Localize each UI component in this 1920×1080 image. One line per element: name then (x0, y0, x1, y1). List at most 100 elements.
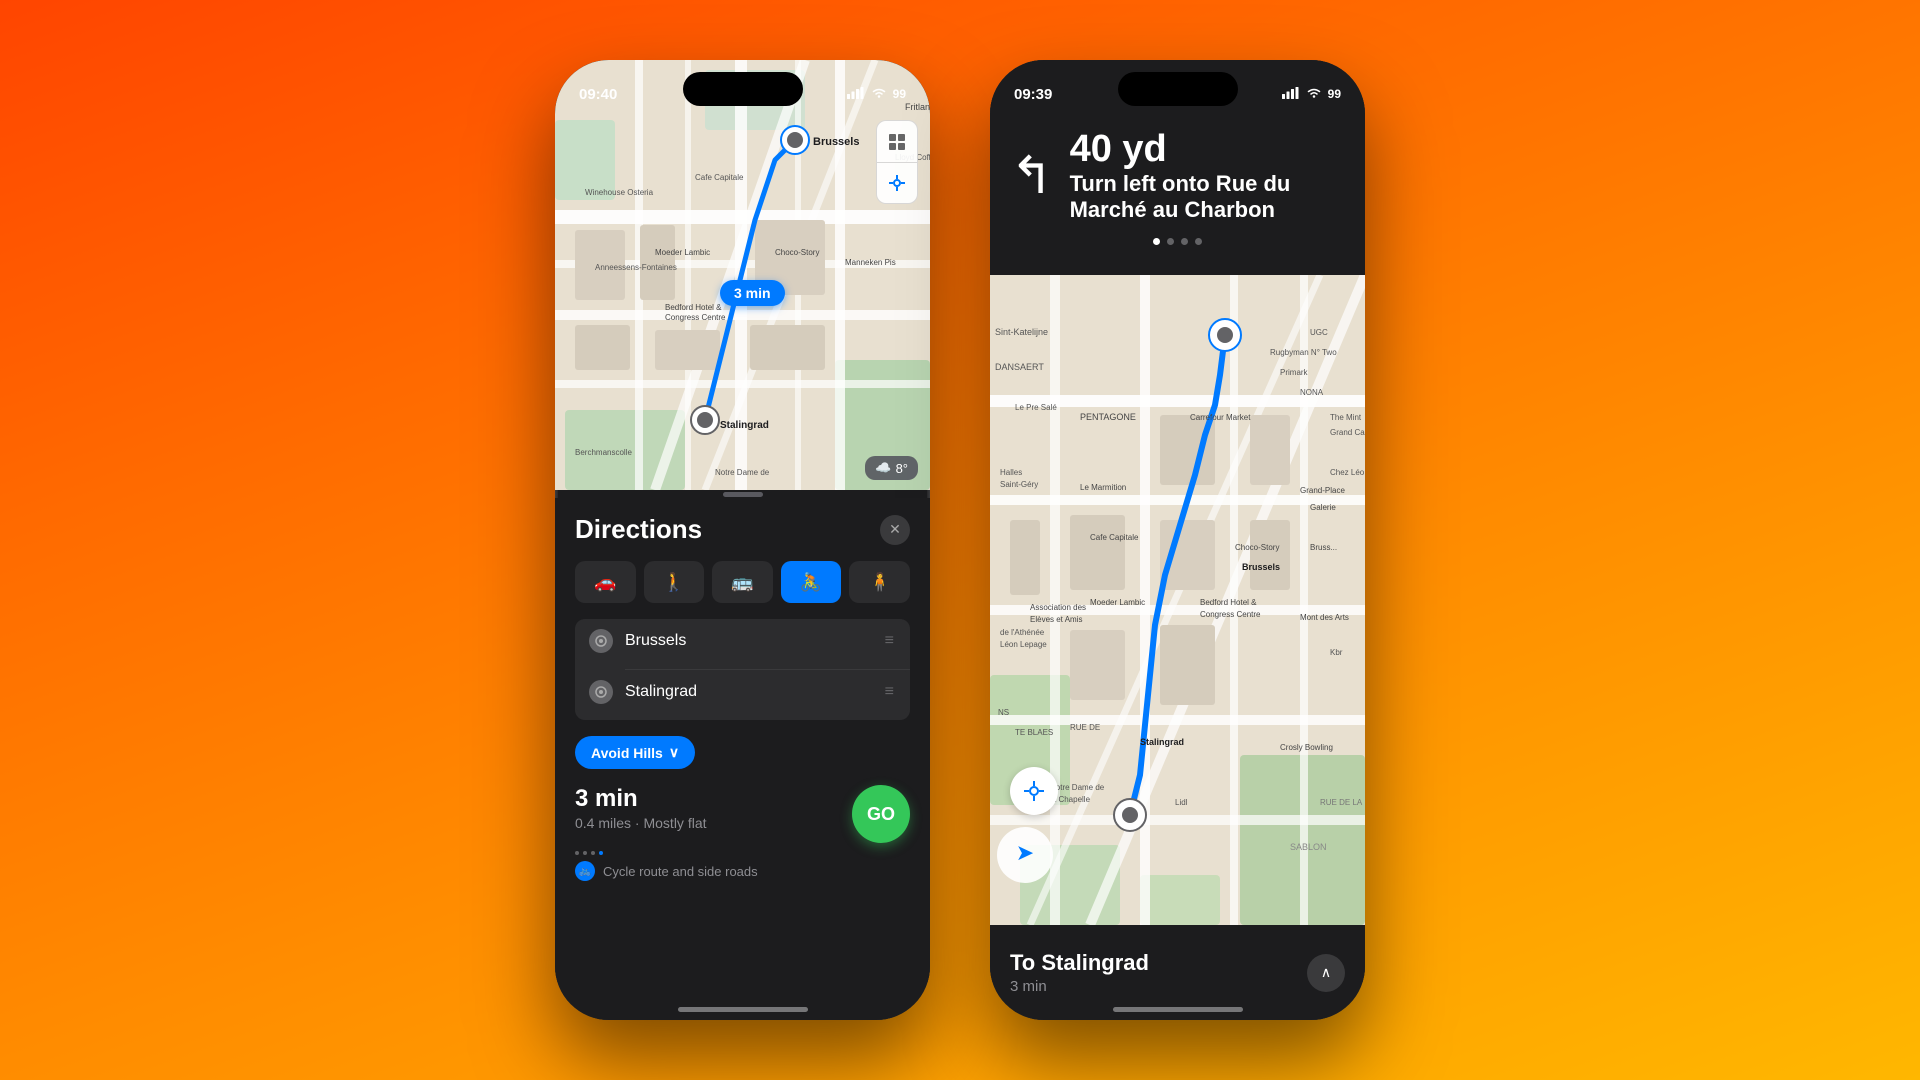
map-area-1[interactable]: Brussels Stalingrad Winehouse Osteria Ll… (555, 60, 930, 490)
nav-street: Turn left onto Rue du Marché au Charbon (1070, 171, 1345, 224)
tab-car[interactable]: 🚗 (575, 561, 636, 603)
svg-text:Crosly Bowling: Crosly Bowling (1280, 743, 1333, 752)
locations-container: Brussels ≡ Stalingrad ≡ (575, 619, 910, 720)
time-1: 09:40 (579, 86, 617, 103)
svg-text:Lidl: Lidl (1175, 798, 1188, 807)
nav-dot-4 (1195, 238, 1202, 245)
svg-text:RUE DE LA: RUE DE LA (1320, 798, 1363, 807)
svg-text:PENTAGONE: PENTAGONE (1080, 412, 1136, 422)
location-center-btn[interactable] (876, 162, 918, 204)
progress-dot-2 (583, 851, 587, 855)
phone-1: 09:40 99 (555, 60, 930, 1020)
map-area-2[interactable]: Sint-Katelijne DANSAERT UGC Rugbyman N° … (990, 275, 1365, 925)
svg-text:Halles: Halles (1000, 468, 1022, 477)
svg-text:Notre Dame de: Notre Dame de (715, 468, 770, 477)
signal-icon-2 (1282, 87, 1300, 102)
svg-text:RUE DE: RUE DE (1070, 723, 1100, 732)
directions-panel: Directions ✕ 🚗 🚶 🚌 🚴 🧍 Brussels ≡ (555, 498, 930, 1020)
to-location-name: Stalingrad (625, 683, 873, 701)
status-icons-1: 99 (847, 87, 906, 102)
weather-badge: ☁️ 8° (865, 456, 918, 480)
progress-dot-1 (575, 851, 579, 855)
svg-text:Brussels: Brussels (1242, 562, 1280, 572)
svg-text:➤: ➤ (1016, 840, 1034, 865)
svg-text:Bedford Hotel &: Bedford Hotel & (665, 303, 722, 312)
tab-walk[interactable]: 🚶 (644, 561, 705, 603)
route-type-row: 🚲 Cycle route and side roads (575, 861, 910, 881)
directions-title: Directions (575, 514, 702, 545)
svg-text:Stalingrad: Stalingrad (720, 420, 769, 431)
svg-text:Le Marmition: Le Marmition (1080, 483, 1126, 492)
map-controls (876, 120, 918, 204)
destination-bar: To Stalingrad 3 min ∧ (990, 925, 1365, 1020)
svg-text:Grand Casino: Grand Casino (1330, 428, 1365, 437)
avoid-hills-button[interactable]: Avoid Hills ∨ (575, 736, 695, 769)
svg-text:Moeder Lambic: Moeder Lambic (655, 248, 710, 257)
nav-dots (990, 238, 1365, 255)
map-view-btn[interactable] (876, 120, 918, 162)
svg-text:Congress Centre: Congress Centre (665, 313, 726, 322)
dynamic-island-1 (683, 72, 803, 106)
svg-text:Notre Dame de: Notre Dame de (1050, 783, 1105, 792)
svg-text:Choco-Story: Choco-Story (775, 248, 819, 257)
svg-text:Sint-Katelijne: Sint-Katelijne (995, 327, 1048, 337)
dynamic-island-2 (1118, 72, 1238, 106)
to-location-row[interactable]: Stalingrad ≡ (575, 670, 910, 714)
go-button[interactable]: GO (852, 785, 910, 843)
svg-text:Grand-Place: Grand-Place (1300, 486, 1345, 495)
home-indicator-1 (678, 1007, 808, 1012)
progress-dots (575, 851, 910, 855)
svg-text:Kbr: Kbr (1330, 648, 1343, 657)
tab-transit[interactable]: 🚌 (712, 561, 773, 603)
phone-2: 09:39 99 ↰ 40 yd Turn left onto Rue du M… (990, 60, 1365, 1020)
tab-cycle[interactable]: 🚴 (781, 561, 842, 603)
cycle-route-icon: 🚲 (575, 861, 595, 881)
nav-text-block: 40 yd Turn left onto Rue du Marché au Ch… (1070, 128, 1345, 224)
svg-text:Association des: Association des (1030, 603, 1086, 612)
battery-icon-2: 99 (1328, 87, 1341, 101)
nav-instruction: ↰ 40 yd Turn left onto Rue du Marché au … (990, 114, 1365, 238)
nav-dot-3 (1181, 238, 1188, 245)
svg-text:Le Pre Salé: Le Pre Salé (1015, 403, 1057, 412)
svg-text:Winehouse Osteria: Winehouse Osteria (585, 188, 654, 197)
svg-text:Elèves et Amis: Elèves et Amis (1030, 615, 1082, 624)
from-location-name: Brussels (625, 632, 873, 650)
route-info: 3 min 0.4 miles · Mostly flat GO (575, 785, 910, 843)
svg-text:The Mint: The Mint (1330, 413, 1362, 422)
svg-text:SABLON: SABLON (1290, 842, 1327, 852)
route-details: 3 min 0.4 miles · Mostly flat (575, 785, 707, 831)
location-fab[interactable] (1010, 767, 1058, 815)
svg-text:Cafe Capitale: Cafe Capitale (695, 173, 744, 182)
transport-tabs: 🚗 🚶 🚌 🚴 🧍 (575, 561, 910, 603)
tab-custom[interactable]: 🧍 (849, 561, 910, 603)
svg-text:DANSAERT: DANSAERT (995, 362, 1044, 372)
from-dot (589, 629, 613, 653)
svg-text:Léon Lepage: Léon Lepage (1000, 640, 1047, 649)
drag-handle[interactable] (723, 492, 763, 497)
expand-button[interactable]: ∧ (1307, 954, 1345, 992)
svg-text:Galerie: Galerie (1310, 503, 1336, 512)
svg-text:TE BLAES: TE BLAES (1015, 728, 1053, 737)
svg-text:NS: NS (998, 708, 1009, 717)
from-menu-icon: ≡ (885, 637, 896, 645)
svg-text:Bedford Hotel &: Bedford Hotel & (1200, 598, 1257, 607)
from-location-row[interactable]: Brussels ≡ (575, 619, 910, 663)
progress-dot-3 (591, 851, 595, 855)
time-2: 09:39 (1014, 86, 1052, 103)
svg-text:de l'Athénée: de l'Athénée (1000, 628, 1045, 637)
turn-arrow-icon: ↰ (1010, 150, 1054, 202)
wifi-icon-2 (1306, 87, 1322, 102)
svg-text:UGC: UGC (1310, 328, 1328, 337)
svg-text:Berchmanscolle: Berchmanscolle (575, 448, 632, 457)
to-dot (589, 680, 613, 704)
route-time: 3 min (575, 785, 707, 813)
svg-text:Choco-Story: Choco-Story (1235, 543, 1279, 552)
svg-text:Manneken Pis: Manneken Pis (845, 258, 896, 267)
svg-text:Moeder Lambic: Moeder Lambic (1090, 598, 1145, 607)
close-button[interactable]: ✕ (880, 515, 910, 545)
svg-text:Cafe Capitale: Cafe Capitale (1090, 533, 1139, 542)
svg-text:Brussels: Brussels (813, 136, 859, 148)
status-icons-2: 99 (1282, 87, 1341, 102)
svg-text:Saint-Géry: Saint-Géry (1000, 480, 1038, 489)
svg-text:Stalingrad: Stalingrad (1140, 737, 1184, 747)
